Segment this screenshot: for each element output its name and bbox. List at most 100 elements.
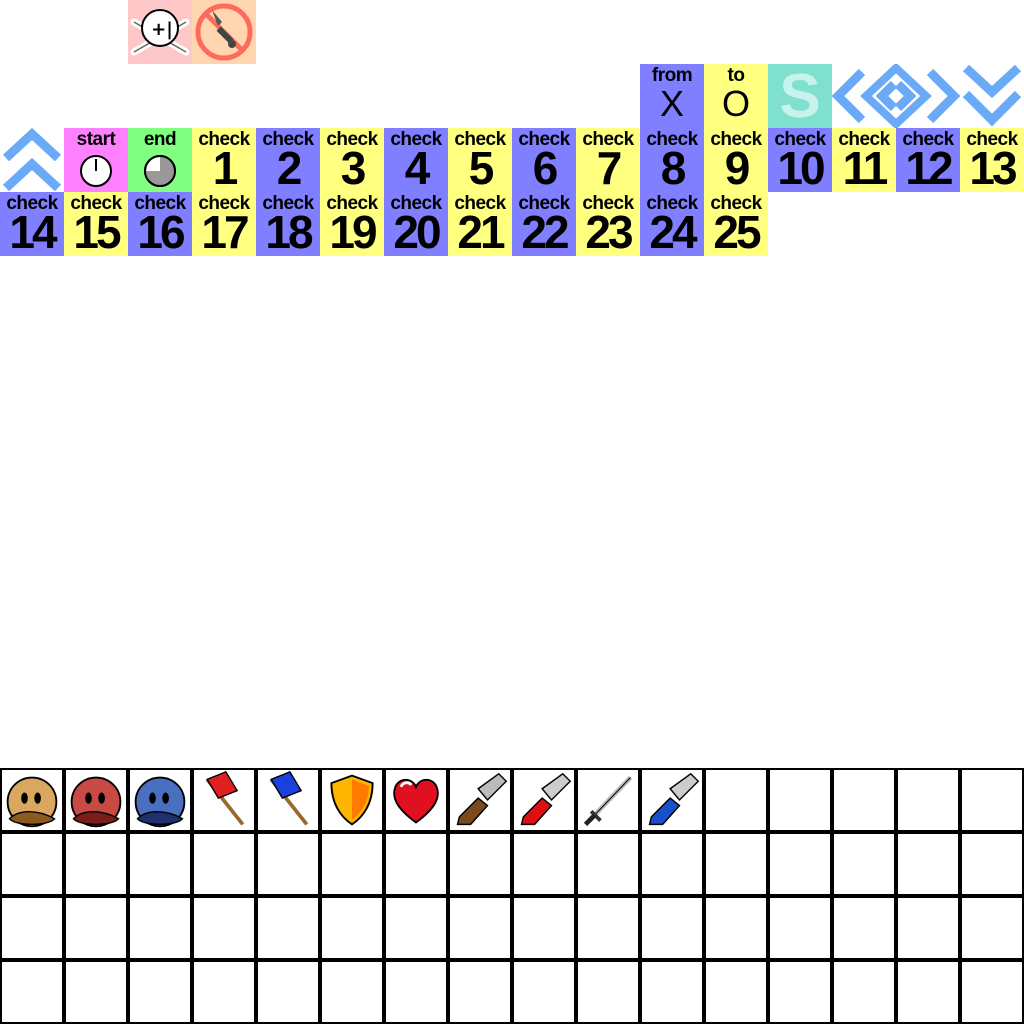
inventory-slot[interactable] <box>256 896 320 960</box>
inventory-slot[interactable] <box>896 960 960 1024</box>
inventory-slot[interactable] <box>640 768 704 832</box>
checkpoint-tile-3[interactable]: check 3 <box>320 128 384 192</box>
inventory-slot[interactable] <box>960 896 1024 960</box>
checkpoint-tile-7[interactable]: check 7 <box>576 128 640 192</box>
inventory-slot[interactable] <box>192 960 256 1024</box>
inventory-slot[interactable] <box>0 960 64 1024</box>
checkpoint-tile-25[interactable]: check 25 <box>704 192 768 256</box>
inventory-slot[interactable] <box>960 960 1024 1024</box>
checkpoint-tile-1[interactable]: check 1 <box>192 128 256 192</box>
inventory-slot[interactable] <box>768 960 832 1024</box>
inventory-slot[interactable] <box>512 896 576 960</box>
double-up-tile[interactable] <box>0 128 64 192</box>
checkpoint-tile-10[interactable]: check 10 <box>768 128 832 192</box>
inventory-slot[interactable] <box>768 896 832 960</box>
inventory-slot[interactable] <box>128 832 192 896</box>
inventory-slot[interactable] <box>0 896 64 960</box>
inventory-slot[interactable] <box>320 768 384 832</box>
checkpoint-tile-20[interactable]: check 20 <box>384 192 448 256</box>
inventory-slot[interactable] <box>896 896 960 960</box>
inventory-slot[interactable] <box>832 896 896 960</box>
to-tile[interactable]: to O <box>704 64 768 128</box>
checkpoint-tile-5[interactable]: check 5 <box>448 128 512 192</box>
inventory-slot[interactable] <box>640 896 704 960</box>
start-tile[interactable]: start <box>64 128 128 192</box>
inventory-slot[interactable] <box>128 960 192 1024</box>
inventory-slot[interactable] <box>192 768 256 832</box>
double-down-tile[interactable] <box>960 64 1024 128</box>
inventory-slot[interactable] <box>384 896 448 960</box>
inventory-slot[interactable] <box>0 832 64 896</box>
checkpoint-tile-12[interactable]: check 12 <box>896 128 960 192</box>
inventory-slot[interactable] <box>192 832 256 896</box>
inventory-slot[interactable] <box>768 832 832 896</box>
inventory-slot[interactable] <box>832 960 896 1024</box>
checkpoint-tile-4[interactable]: check 4 <box>384 128 448 192</box>
checkpoint-tile-22[interactable]: check 22 <box>512 192 576 256</box>
skull-tile[interactable]: +| <box>128 0 192 64</box>
checkpoint-tile-6[interactable]: check 6 <box>512 128 576 192</box>
inventory-slot[interactable] <box>64 960 128 1024</box>
inventory-slot[interactable] <box>576 896 640 960</box>
inventory-slot[interactable] <box>256 768 320 832</box>
inventory-slot[interactable] <box>448 896 512 960</box>
inventory-slot[interactable] <box>384 832 448 896</box>
inventory-slot[interactable] <box>576 768 640 832</box>
inventory-slot[interactable] <box>576 960 640 1024</box>
inventory-slot[interactable] <box>512 960 576 1024</box>
inventory-slot[interactable] <box>320 960 384 1024</box>
inventory-slot[interactable] <box>448 832 512 896</box>
checkpoint-tile-16[interactable]: check 16 <box>128 192 192 256</box>
inventory-slot[interactable] <box>256 960 320 1024</box>
inventory-slot[interactable] <box>320 896 384 960</box>
checkpoint-tile-11[interactable]: check 11 <box>832 128 896 192</box>
inventory-slot[interactable] <box>64 896 128 960</box>
inventory-slot[interactable] <box>896 768 960 832</box>
inventory-slot[interactable] <box>256 832 320 896</box>
inventory-slot[interactable] <box>704 960 768 1024</box>
checkpoint-tile-15[interactable]: check 15 <box>64 192 128 256</box>
end-tile[interactable]: end <box>128 128 192 192</box>
checkpoint-tile-2[interactable]: check 2 <box>256 128 320 192</box>
inventory-slot[interactable] <box>128 896 192 960</box>
inventory-slot[interactable] <box>192 896 256 960</box>
inventory-slot[interactable] <box>640 960 704 1024</box>
inventory-slot[interactable] <box>832 768 896 832</box>
inventory-slot[interactable] <box>704 832 768 896</box>
checkpoint-tile-17[interactable]: check 17 <box>192 192 256 256</box>
inventory-slot[interactable] <box>960 832 1024 896</box>
checkpoint-tile-18[interactable]: check 18 <box>256 192 320 256</box>
checkpoint-tile-21[interactable]: check 21 <box>448 192 512 256</box>
inventory-slot[interactable] <box>960 768 1024 832</box>
inventory-slot[interactable] <box>384 768 448 832</box>
inventory-slot[interactable] <box>320 832 384 896</box>
inventory-slot[interactable] <box>448 960 512 1024</box>
checkpoint-tile-9[interactable]: check 9 <box>704 128 768 192</box>
checkpoint-tile-8[interactable]: check 8 <box>640 128 704 192</box>
inventory-slot[interactable] <box>896 832 960 896</box>
inventory-slot[interactable] <box>128 768 192 832</box>
s-tile[interactable]: S <box>768 64 832 128</box>
inventory-slot[interactable] <box>512 768 576 832</box>
checkpoint-tile-13[interactable]: check 13 <box>960 128 1024 192</box>
checkpoint-tile-24[interactable]: check 24 <box>640 192 704 256</box>
inventory-slot[interactable] <box>64 768 128 832</box>
inventory-grid <box>0 768 1024 1024</box>
checkpoint-tile-23[interactable]: check 23 <box>576 192 640 256</box>
from-tile[interactable]: from X <box>640 64 704 128</box>
inventory-slot[interactable] <box>448 768 512 832</box>
inventory-slot[interactable] <box>640 832 704 896</box>
no-knife-tile[interactable] <box>192 0 256 64</box>
inventory-slot[interactable] <box>768 768 832 832</box>
inventory-slot[interactable] <box>512 832 576 896</box>
inventory-slot[interactable] <box>576 832 640 896</box>
inventory-slot[interactable] <box>832 832 896 896</box>
checkpoint-number: 7 <box>596 142 623 192</box>
checkpoint-tile-19[interactable]: check 19 <box>320 192 384 256</box>
inventory-slot[interactable] <box>704 896 768 960</box>
inventory-slot[interactable] <box>0 768 64 832</box>
inventory-slot[interactable] <box>704 768 768 832</box>
checkpoint-tile-14[interactable]: check 14 <box>0 192 64 256</box>
inventory-slot[interactable] <box>384 960 448 1024</box>
inventory-slot[interactable] <box>64 832 128 896</box>
